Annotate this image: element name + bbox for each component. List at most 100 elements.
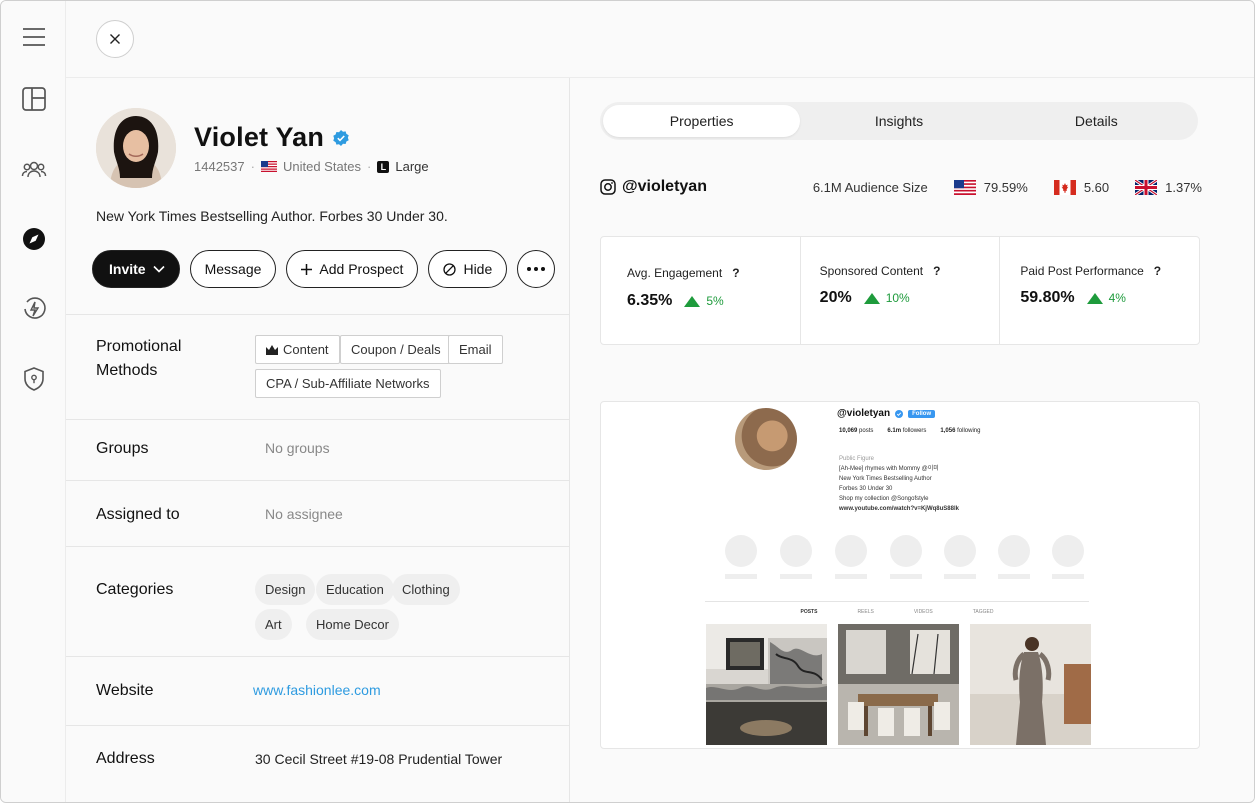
- hide-icon: [443, 262, 457, 276]
- website-link[interactable]: www.fashionlee.com: [253, 682, 381, 698]
- top-bar: [66, 1, 1254, 78]
- help-icon[interactable]: ?: [1154, 264, 1161, 278]
- ig-counts: 10,069 posts 6.1m followers 1,056 follow…: [839, 428, 980, 434]
- category-pill[interactable]: Design: [255, 574, 316, 605]
- audience-row: @violetyan 6.1M Audience Size 79.59% 5.6…: [600, 178, 1202, 196]
- ig-tab-posts: POSTS: [800, 609, 818, 615]
- ig-divider: [705, 601, 1089, 602]
- address-section: Address 30 Cecil Street #19-08 Prudentia…: [66, 725, 569, 802]
- dashboard-icon[interactable]: [21, 86, 47, 112]
- assigned-section: Assigned to No assignee: [66, 480, 569, 546]
- ig-highlight: [998, 535, 1030, 567]
- instagram-preview[interactable]: @violetyan Follow 10,069 posts 6.1m foll…: [600, 401, 1200, 749]
- ig-post-portrait: [970, 624, 1091, 745]
- ig-bio: Public Figure [Ah-Mee] rhymes with Mommy…: [839, 454, 959, 514]
- more-icon: [527, 267, 546, 271]
- groups-value: No groups: [265, 440, 330, 456]
- instagram-icon: [600, 179, 616, 195]
- hide-label: Hide: [463, 261, 493, 277]
- up-arrow-icon: [1086, 292, 1103, 304]
- tab-details[interactable]: Details: [998, 105, 1195, 137]
- ig-avatar: [735, 408, 797, 470]
- message-button[interactable]: Message: [189, 250, 277, 288]
- stat-change: 5%: [706, 294, 724, 308]
- stat-value: 20%: [819, 289, 852, 306]
- ig-highlight-label: [1052, 574, 1084, 579]
- ig-handle: @violetyan Follow: [837, 408, 936, 419]
- groups-label: Groups: [96, 440, 149, 457]
- promotional-label-line-2: Methods: [96, 362, 158, 379]
- ig-following-count: 1,056: [940, 428, 956, 434]
- canada-flag-icon: [1053, 179, 1076, 195]
- method-chip-email[interactable]: Email: [448, 335, 503, 364]
- method-chip-coupon[interactable]: Coupon / Deals: [340, 335, 452, 364]
- ig-bio-line: [Ah-Mee] rhymes with Mommy @이미: [839, 466, 939, 472]
- profile-bio: New York Times Bestselling Author. Forbe…: [96, 208, 448, 224]
- avatar: [96, 108, 176, 188]
- category-pill[interactable]: Art: [255, 609, 292, 640]
- method-chip-content[interactable]: Content: [255, 335, 340, 364]
- add-prospect-label: Add Prospect: [319, 261, 404, 277]
- us-flag-icon: [260, 161, 277, 172]
- ig-posts-count: 10,069: [839, 428, 858, 434]
- up-arrow-icon: [684, 295, 701, 307]
- profile-country: United States: [282, 159, 362, 174]
- ig-highlight-label: [890, 574, 922, 579]
- profile-size: Large: [395, 159, 429, 174]
- crown-icon: [266, 344, 278, 355]
- category-pill[interactable]: Education: [316, 574, 394, 605]
- method-chip-cpa[interactable]: CPA / Sub-Affiliate Networks: [255, 369, 441, 398]
- hide-button[interactable]: Hide: [428, 250, 508, 288]
- tab-properties[interactable]: Properties: [603, 105, 801, 137]
- ig-highlight: [725, 535, 757, 567]
- uk-flag-icon: [1135, 179, 1158, 195]
- ig-tab-tagged: TAGGED: [972, 609, 994, 615]
- left-rail: [1, 1, 66, 802]
- bolt-icon[interactable]: [21, 296, 47, 322]
- instagram-handle[interactable]: @violetyan: [600, 178, 707, 196]
- method-chip-label: Content: [283, 342, 329, 357]
- profile-name-text: Violet Yan: [194, 122, 325, 152]
- details-panel: Properties Insights Details @violetyan 6…: [570, 78, 1254, 802]
- category-pill[interactable]: Home Decor: [306, 609, 399, 640]
- invite-button[interactable]: Invite: [92, 250, 180, 288]
- website-label: Website: [96, 682, 154, 699]
- ig-highlight: [1052, 535, 1084, 567]
- category-pill[interactable]: Clothing: [392, 574, 460, 605]
- stat-change: 4%: [1108, 291, 1126, 305]
- categories-section: Categories Design Education Clothing Art…: [66, 546, 569, 656]
- ig-highlight: [944, 535, 976, 567]
- ig-highlight-label: [998, 574, 1030, 579]
- ig-tabs: POSTS REELS VIDEOS TAGGED: [705, 609, 1089, 615]
- users-icon[interactable]: [21, 156, 47, 182]
- add-prospect-button[interactable]: Add Prospect: [286, 250, 419, 288]
- categories-label: Categories: [96, 581, 174, 598]
- ig-highlight-label: [835, 574, 867, 579]
- groups-section: Groups No groups: [66, 419, 569, 480]
- up-arrow-icon: [863, 292, 880, 304]
- ig-bio-link: www.youtube.com/watch?v=KjWq8uS88lk: [839, 506, 959, 512]
- stat-title: Sponsored Content: [819, 264, 924, 278]
- menu-icon[interactable]: [21, 24, 47, 50]
- help-icon[interactable]: ?: [933, 264, 940, 278]
- promotional-methods-label: Promotional Methods: [96, 335, 181, 383]
- verified-icon: [333, 129, 349, 146]
- assigned-value: No assignee: [265, 506, 343, 522]
- promotional-methods-section: Promotional Methods Content Coupon / Dea…: [66, 314, 569, 419]
- ig-highlight-label: [780, 574, 812, 579]
- more-button[interactable]: [517, 250, 556, 288]
- ig-highlight: [835, 535, 867, 567]
- shield-icon[interactable]: [21, 366, 47, 392]
- ig-follow-button: Follow: [908, 409, 936, 418]
- assigned-label: Assigned to: [96, 506, 180, 523]
- ig-followers-label: followers: [902, 428, 927, 434]
- tab-insights[interactable]: Insights: [800, 105, 997, 137]
- app-window: Violet Yan 1442537 · United States · L L…: [0, 0, 1255, 803]
- close-button[interactable]: [96, 20, 134, 58]
- ig-bio-line: Forbes 30 Under 30: [839, 486, 893, 492]
- compass-icon[interactable]: [21, 226, 47, 252]
- help-icon[interactable]: ?: [732, 266, 739, 280]
- ig-bio-line: New York Times Bestselling Author: [839, 476, 932, 482]
- ig-followers-count: 6.1m: [887, 428, 902, 434]
- audience-summary: 6.1M Audience Size 79.59% 5.60 1.37%: [813, 179, 1202, 195]
